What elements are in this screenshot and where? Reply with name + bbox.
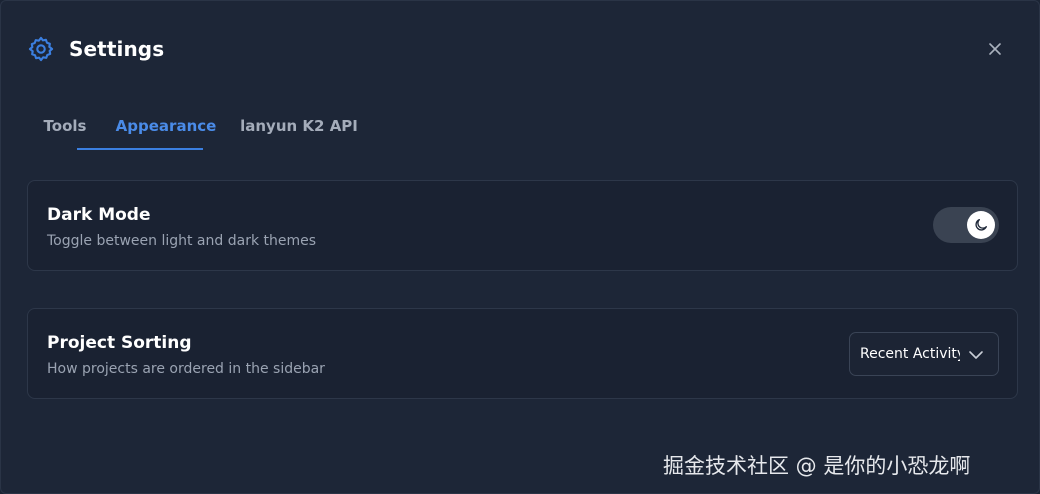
tab-tools[interactable]: Tools [27,101,103,151]
dark-mode-toggle[interactable] [933,207,999,243]
tab-label: lanyun K2 API [240,117,358,135]
watermark: 掘金技术社区 @ 是你的小恐龙啊 [663,454,971,478]
close-button[interactable] [984,38,1006,60]
dialog-header: Settings [27,34,164,64]
tab-appearance[interactable]: Appearance [103,101,229,151]
close-icon [989,43,1001,55]
active-tab-indicator [77,148,203,150]
moon-icon [975,219,987,231]
toggle-knob [967,211,995,239]
tab-label: Appearance [115,117,217,135]
tab-lanyun-k2-api[interactable]: lanyun K2 API [229,101,369,151]
dialog-title: Settings [69,37,165,61]
select-value: Recent Activity [860,346,960,362]
dark-mode-label: Dark Mode [47,205,151,225]
project-sorting-select[interactable]: Recent Activity [849,332,999,376]
settings-tabs: Tools Appearance lanyun K2 API [27,101,427,151]
gear-icon [27,35,55,63]
project-sorting-description: How projects are ordered in the sidebar [47,361,325,377]
tab-label: Tools [43,117,87,135]
dark-mode-description: Toggle between light and dark themes [47,233,317,249]
settings-dialog: Settings Tools Appearance lanyun K2 API … [0,0,1040,494]
project-sorting-label: Project Sorting [47,333,192,353]
chevron-down-icon [969,351,983,359]
project-sorting-setting: Project Sorting How projects are ordered… [27,308,1018,399]
dark-mode-setting: Dark Mode Toggle between light and dark … [27,180,1018,271]
